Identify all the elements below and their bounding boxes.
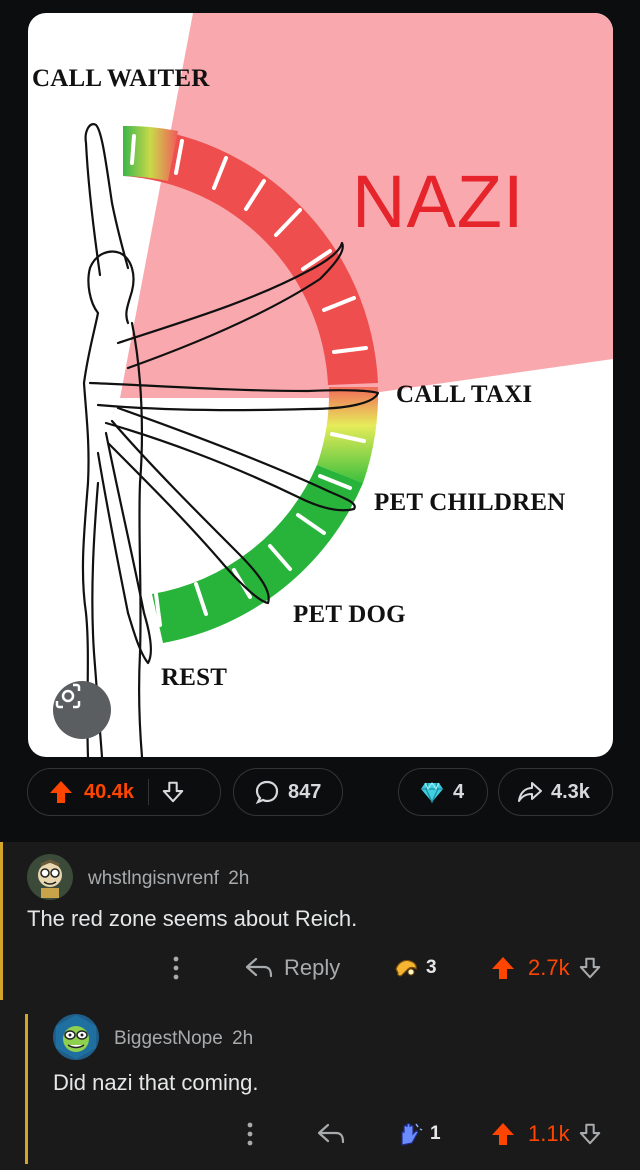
award-hand-icon xyxy=(395,959,417,977)
user-avatar-icon xyxy=(27,854,73,900)
downvote-arrow-icon[interactable] xyxy=(161,780,185,804)
label-nazi: NAZI xyxy=(352,160,525,243)
comment-actions: Reply 3 2.7k xyxy=(0,948,640,988)
award-hand-icon xyxy=(401,1122,423,1146)
comment-username[interactable]: BiggestNope 2h xyxy=(114,1028,253,1050)
avatar[interactable] xyxy=(53,1014,99,1060)
comment-award-count: 3 xyxy=(426,957,437,978)
comment-bubble-icon xyxy=(255,780,279,805)
more-dots-icon xyxy=(247,1122,253,1146)
downvote-arrow-icon[interactable] xyxy=(578,1122,602,1146)
comment-body: The red zone seems about Reich. xyxy=(27,906,358,931)
more-options-button[interactable] xyxy=(244,1114,256,1154)
label-pet-children: PET CHILDREN xyxy=(374,489,566,516)
comment-award-count: 1 xyxy=(430,1123,441,1144)
comment-reply: BiggestNope 2h Did nazi that coming. 1 1… xyxy=(0,1012,640,1170)
username-text[interactable]: whstlngisnvrenf xyxy=(88,868,219,889)
vote-divider xyxy=(148,779,150,805)
label-rest: REST xyxy=(161,664,228,691)
upvote-arrow-icon[interactable] xyxy=(490,1121,516,1147)
diamond-award-icon xyxy=(421,782,443,804)
comment-score: 1.1k xyxy=(528,1121,570,1146)
comments-section: whstlngisnvrenf 2h The red zone seems ab… xyxy=(0,842,640,1170)
reply-arrow-icon xyxy=(317,1123,345,1144)
label-call-waiter: CALL WAITER xyxy=(32,65,210,92)
comment-count: 847 xyxy=(288,780,322,803)
lens-icon xyxy=(55,683,81,709)
reply-button[interactable]: Reply xyxy=(244,948,340,988)
reply-arrow-icon xyxy=(245,957,273,978)
share-count: 4.3k xyxy=(551,780,590,803)
post-image[interactable]: CALL WAITER NAZI CALL TAXI PET CHILDREN … xyxy=(28,13,613,757)
comment-actions: 1 1.1k xyxy=(0,1114,640,1154)
comments-button[interactable]: 847 xyxy=(233,768,343,816)
comment: whstlngisnvrenf 2h The red zone seems ab… xyxy=(0,842,640,1002)
comment-score: 2.7k xyxy=(528,955,570,980)
share-button[interactable]: 4.3k xyxy=(498,768,613,816)
comment-username[interactable]: whstlngisnvrenf 2h xyxy=(88,868,249,890)
post-action-bar: 40.4k 847 4 4.3k xyxy=(0,768,640,818)
more-options-button[interactable] xyxy=(170,948,182,988)
award-count: 4 xyxy=(453,780,465,803)
comment-award[interactable]: 1 xyxy=(396,1114,441,1154)
comment-age: 2h xyxy=(228,868,250,889)
more-dots-icon xyxy=(173,956,179,980)
upvote-count: 40.4k xyxy=(84,780,135,803)
award-button[interactable]: 4 xyxy=(398,768,488,816)
reply-label: Reply xyxy=(284,955,341,980)
downvote-arrow-icon[interactable] xyxy=(578,956,602,980)
avatar[interactable] xyxy=(27,854,73,900)
comment-body: Did nazi that coming. xyxy=(53,1070,259,1095)
vote-pill: 40.4k xyxy=(27,768,221,816)
share-arrow-icon xyxy=(518,782,542,802)
user-avatar-icon xyxy=(56,1015,96,1059)
upvote-arrow-icon[interactable] xyxy=(48,779,74,805)
username-text[interactable]: BiggestNope xyxy=(114,1028,223,1049)
reply-button[interactable] xyxy=(316,1114,346,1154)
comment-vote: 1.1k xyxy=(490,1114,602,1154)
label-pet-dog: PET DOG xyxy=(293,601,406,628)
comment-vote: 2.7k xyxy=(490,948,602,988)
upvote-arrow-icon[interactable] xyxy=(490,955,516,981)
comment-award[interactable]: 3 xyxy=(392,948,437,988)
comment-age: 2h xyxy=(232,1028,254,1049)
label-call-taxi: CALL TAXI xyxy=(396,381,533,408)
lens-button[interactable] xyxy=(53,681,111,739)
